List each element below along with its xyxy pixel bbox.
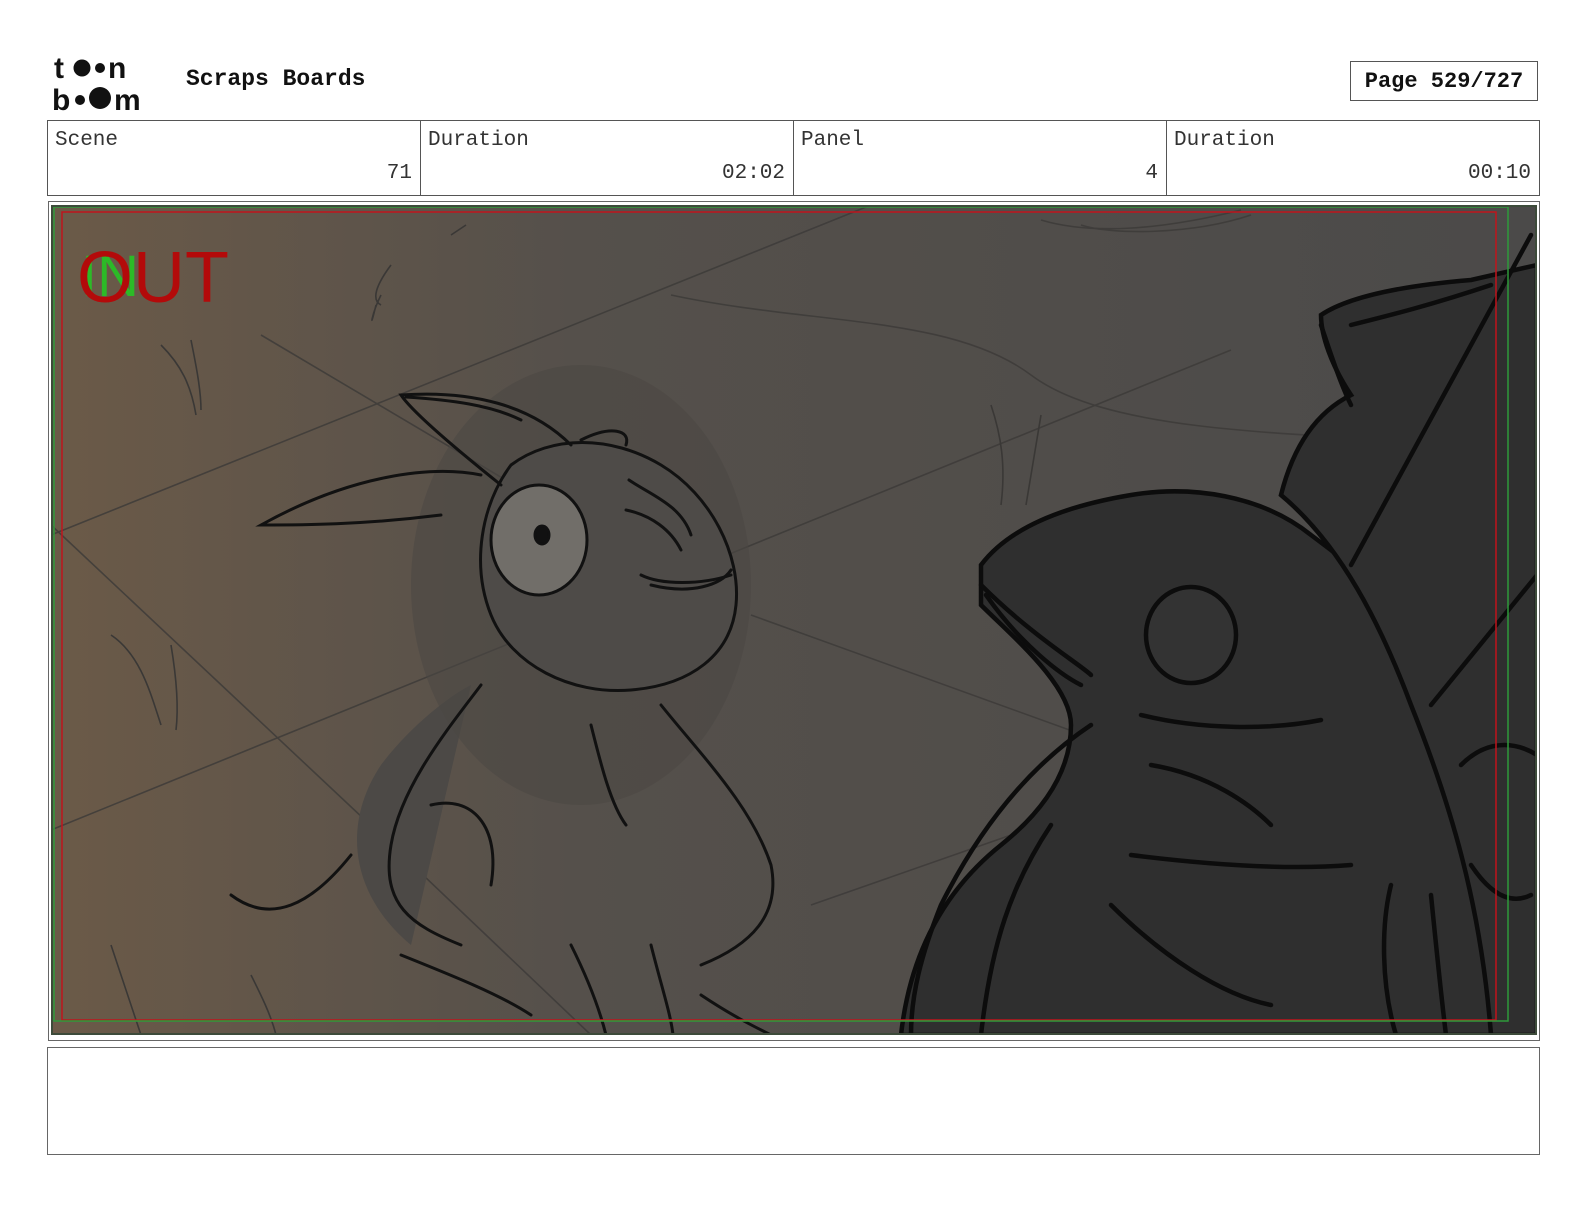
- scene-duration-cell: Duration 02:02: [421, 121, 794, 195]
- scene-value: 71: [386, 162, 412, 185]
- svg-text:m: m: [114, 84, 141, 114]
- panel-info-row: Scene 71 Duration 02:02 Panel 4 Duration…: [47, 120, 1540, 196]
- toon-boom-logo: t n b m: [52, 52, 141, 114]
- out-marker: OUT: [77, 238, 229, 318]
- project-title: Scraps Boards: [186, 66, 366, 92]
- panel-duration-cell: Duration 00:10: [1167, 121, 1539, 195]
- panel-drawing: IN OUT: [51, 205, 1537, 1035]
- storyboard-panel: IN OUT: [48, 201, 1540, 1041]
- scene-label: Scene: [55, 129, 119, 152]
- panel-value: 4: [1145, 162, 1158, 185]
- svg-text:n: n: [108, 52, 126, 85]
- panel-duration-label: Duration: [1174, 129, 1275, 152]
- panel-duration-value: 00:10: [1467, 162, 1531, 185]
- panel-label: Panel: [801, 129, 865, 152]
- svg-text:b: b: [52, 84, 70, 114]
- page-indicator: Page 529/727: [1350, 61, 1538, 101]
- scene-duration-value: 02:02: [721, 162, 785, 185]
- notes-area: [47, 1047, 1540, 1155]
- scene-cell: Scene 71: [48, 121, 421, 195]
- svg-text:t: t: [54, 52, 64, 85]
- panel-cell: Panel 4: [794, 121, 1167, 195]
- scene-duration-label: Duration: [428, 129, 529, 152]
